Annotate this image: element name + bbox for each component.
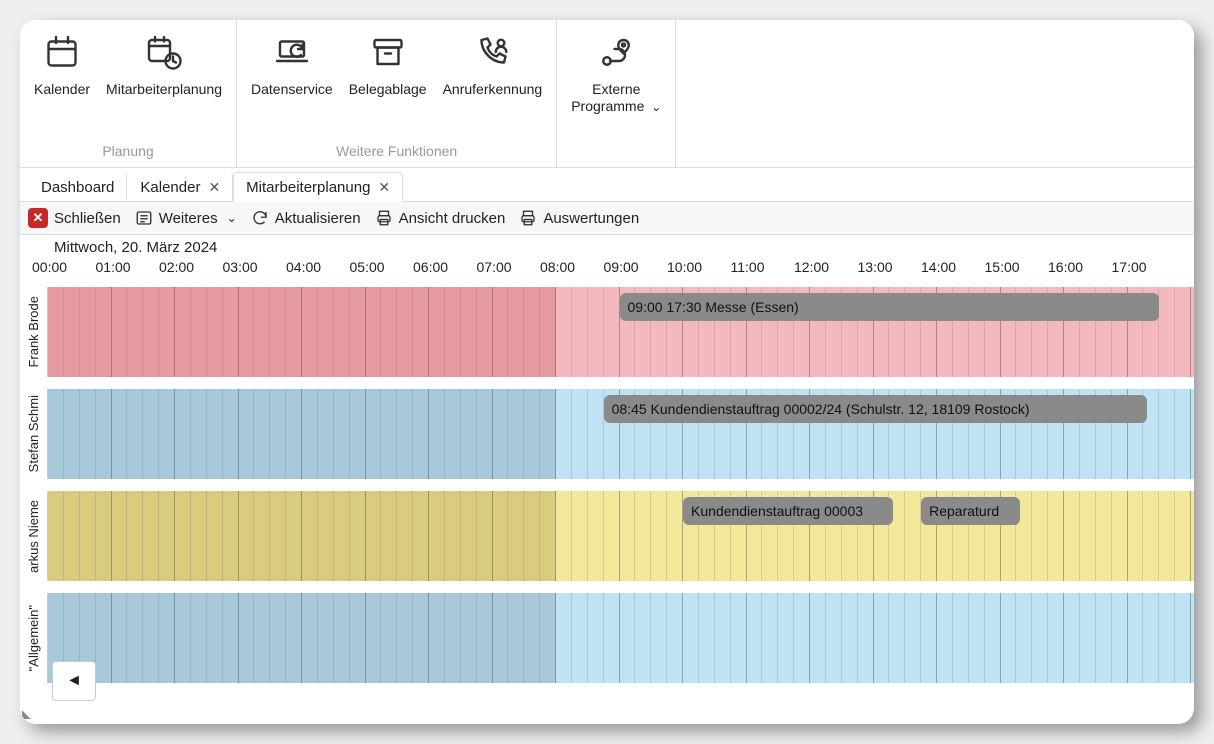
ribbon-mitarbeiterplanung-button[interactable]: Mitarbeiterplanung xyxy=(98,34,230,98)
printer-icon xyxy=(375,209,393,227)
timeline-event[interactable]: Reparaturd xyxy=(921,497,1019,525)
row-body[interactable] xyxy=(48,593,1194,683)
calendar-clock-icon xyxy=(146,34,182,73)
ribbon-group-label: Planung xyxy=(102,137,153,167)
scroll-left-button[interactable]: ◄ xyxy=(52,661,96,701)
row-body[interactable]: Kundendienstauftrag 00003 Reparaturd xyxy=(48,491,1194,581)
toolbar: ✕ Schließen Weiteres ⌄ Aktualisieren Ans… xyxy=(20,202,1194,235)
refresh-button[interactable]: Aktualisieren xyxy=(251,209,361,227)
ribbon-item-label: Belegablage xyxy=(349,81,427,98)
timeline-event[interactable]: 08:45 Kundendienstauftrag 00002/24 (Schu… xyxy=(604,395,1147,423)
more-label: Weiteres xyxy=(159,210,218,227)
row-header-label: Frank Brode xyxy=(26,296,41,368)
close-icon: ✕ xyxy=(28,208,48,228)
ribbon-externe-programme-button[interactable]: ExterneProgramme ⌄ xyxy=(563,34,669,115)
resource-row: "Allgemein" xyxy=(20,593,1194,683)
phone-person-icon xyxy=(474,34,510,73)
close-icon[interactable]: ✕ xyxy=(378,179,390,196)
row-header[interactable]: Stefan Schmi xyxy=(20,389,48,479)
tab-mitarbeiterplanung[interactable]: Mitarbeiterplanung ✕ xyxy=(233,172,403,202)
chevron-down-icon: ⌄ xyxy=(227,211,237,225)
close-icon[interactable]: ✕ xyxy=(208,179,220,196)
ribbon-item-label: Anruferkennung xyxy=(443,81,543,98)
document-tabs: Dashboard Kalender ✕ Mitarbeiterplanung ✕ xyxy=(20,168,1194,202)
ribbon-group: Datenservice Belegablage Anruferkennung Wei… xyxy=(237,20,557,167)
ribbon-group: ExterneProgramme ⌄ xyxy=(557,20,676,167)
date-label: Mittwoch, 20. März 2024 xyxy=(54,239,217,256)
row-header-label: Stefan Schmi xyxy=(26,395,41,472)
timeline-rows: Frank Brode 09:00 17:30 Messe (Essen) Stef… xyxy=(20,287,1194,695)
ribbon-anruferkennung-button[interactable]: Anruferkennung xyxy=(435,34,551,98)
ribbon-item-label: Datenservice xyxy=(251,81,333,98)
laptop-sync-icon xyxy=(274,34,310,73)
row-body[interactable]: 09:00 17:30 Messe (Essen) xyxy=(48,287,1194,377)
ribbon-group-label: Weitere Funktionen xyxy=(336,137,457,167)
print-label: Ansicht drucken xyxy=(399,210,506,227)
close-button[interactable]: ✕ Schließen xyxy=(28,208,121,228)
row-header[interactable]: "Allgemein" xyxy=(20,593,48,683)
event-label: Kundendienstauftrag 00003 xyxy=(691,503,863,519)
tab-label: Kalender xyxy=(140,179,200,196)
time-ruler: 00:0001:0002:0003:0004:0005:0006:0007:00… xyxy=(48,259,1194,287)
refresh-label: Aktualisieren xyxy=(275,210,361,227)
event-label: 09:00 17:30 Messe (Essen) xyxy=(628,299,799,315)
tab-label: Dashboard xyxy=(41,179,114,196)
printer-icon xyxy=(519,209,537,227)
app-window: Kalender Mitarbeiterplanung Planung Datense… xyxy=(20,20,1194,724)
event-label: Reparaturd xyxy=(929,503,999,519)
ribbon-datenservice-button[interactable]: Datenservice xyxy=(243,34,341,98)
tab-label: Mitarbeiterplanung xyxy=(246,179,370,196)
resource-row: Frank Brode 09:00 17:30 Messe (Essen) xyxy=(20,287,1194,377)
timeline-event[interactable]: 09:00 17:30 Messe (Essen) xyxy=(620,293,1160,321)
resource-row: arkus Nieme Kundendienstauftrag 00003 Repa… xyxy=(20,491,1194,581)
ribbon-item-label: Mitarbeiterplanung xyxy=(106,81,222,98)
more-dropdown[interactable]: Weiteres ⌄ xyxy=(135,209,237,227)
route-pin-icon xyxy=(598,34,634,73)
archive-icon xyxy=(370,34,406,73)
event-label: 08:45 Kundendienstauftrag 00002/24 (Schu… xyxy=(612,401,1030,417)
tab-kalender[interactable]: Kalender ✕ xyxy=(127,172,233,202)
print-view-button[interactable]: Ansicht drucken xyxy=(375,209,506,227)
ribbon: Kalender Mitarbeiterplanung Planung Datense… xyxy=(20,20,1194,168)
row-header[interactable]: Frank Brode xyxy=(20,287,48,377)
chevron-down-icon: ⌄ xyxy=(651,100,661,114)
row-body[interactable]: 08:45 Kundendienstauftrag 00002/24 (Schu… xyxy=(48,389,1194,479)
tab-dashboard[interactable]: Dashboard xyxy=(28,172,127,202)
timeline: Mittwoch, 20. März 2024 00:0001:0002:000… xyxy=(20,235,1194,719)
ribbon-kalender-button[interactable]: Kalender xyxy=(26,34,98,98)
row-header[interactable]: arkus Nieme xyxy=(20,491,48,581)
ribbon-group: Kalender Mitarbeiterplanung Planung xyxy=(20,20,237,167)
list-icon xyxy=(135,209,153,227)
resource-row: Stefan Schmi 08:45 Kundendienstauftrag 00… xyxy=(20,389,1194,479)
row-header-label: "Allgemein" xyxy=(26,605,41,671)
close-label: Schließen xyxy=(54,210,121,227)
timeline-event[interactable]: Kundendienstauftrag 00003 xyxy=(683,497,893,525)
resize-handle-icon: ◣ xyxy=(22,707,31,719)
row-header-label: arkus Nieme xyxy=(26,500,41,573)
reports-label: Auswertungen xyxy=(543,210,639,227)
ribbon-item-label: ExterneProgramme ⌄ xyxy=(571,81,661,115)
refresh-icon xyxy=(251,209,269,227)
reports-button[interactable]: Auswertungen xyxy=(519,209,639,227)
time-tick: 17:00 xyxy=(1128,259,1192,287)
ribbon-belegablage-button[interactable]: Belegablage xyxy=(341,34,435,98)
ribbon-item-label: Kalender xyxy=(34,81,90,98)
calendar-icon xyxy=(44,34,80,73)
